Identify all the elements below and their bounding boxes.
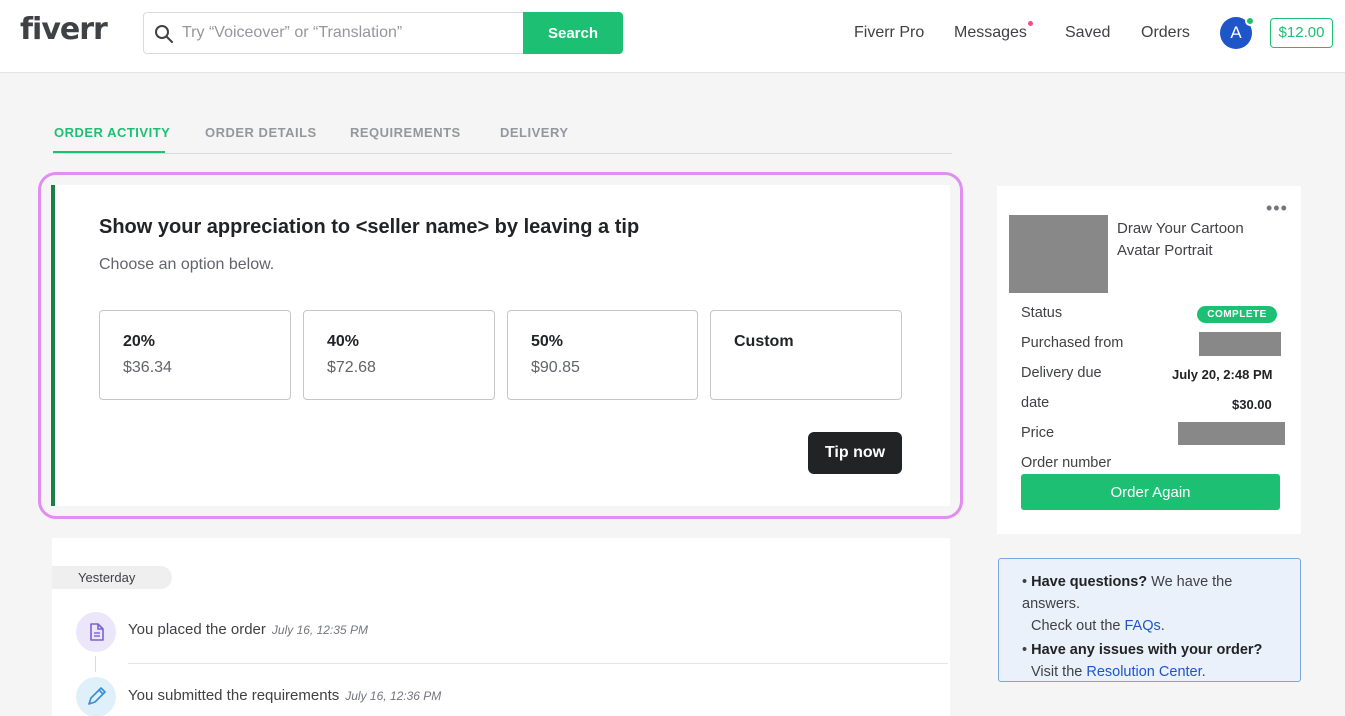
tip-option-label: 20%	[123, 333, 156, 350]
activity-divider	[128, 663, 948, 664]
help-faq-line: Check out the FAQs.	[1031, 615, 1165, 637]
status-badge: COMPLETE	[1197, 306, 1277, 323]
tip-option-label: Custom	[734, 333, 794, 350]
tip-option-label: 40%	[327, 333, 360, 350]
help-q1-text: We have the	[1147, 574, 1233, 590]
search-input[interactable]	[182, 13, 512, 53]
day-label: Yesterday	[52, 566, 172, 589]
gig-title[interactable]: Draw Your Cartoon Avatar Portrait	[1117, 218, 1287, 262]
order-tabs: ORDER ACTIVITY ORDER DETAILS REQUIREMENT…	[53, 118, 952, 154]
price-label: Price	[1021, 425, 1055, 441]
price-value: $30.00	[1232, 397, 1272, 412]
help-q1-bold: Have questions?	[1031, 574, 1148, 590]
tab-order-details[interactable]: ORDER DETAILS	[205, 125, 317, 140]
tip-option-custom[interactable]: Custom	[710, 310, 902, 400]
nav-saved[interactable]: Saved	[1065, 24, 1110, 42]
balance-badge[interactable]: $12.00	[1270, 18, 1333, 48]
nav-orders[interactable]: Orders	[1141, 24, 1190, 42]
tip-now-button[interactable]: Tip now	[808, 432, 902, 474]
resolution-center-link[interactable]: Resolution Center	[1086, 664, 1201, 680]
gig-thumbnail	[1009, 215, 1108, 293]
nav-fiverr-pro[interactable]: Fiverr Pro	[854, 24, 924, 42]
faqs-link[interactable]: FAQs	[1125, 618, 1161, 634]
unread-dot	[1028, 21, 1033, 26]
redacted-seller	[1199, 332, 1281, 356]
purchased-from-label: Purchased from	[1021, 335, 1124, 351]
help-faq-post: .	[1160, 618, 1165, 634]
tip-subtitle: Choose an option below.	[99, 256, 275, 273]
search-icon	[155, 25, 173, 43]
activity-time: July 16, 12:35 PM	[271, 623, 368, 637]
fiverr-logo[interactable]: fiverr	[20, 12, 108, 47]
tab-requirements[interactable]: REQUIREMENTS	[350, 125, 461, 140]
tip-option-amount: $36.34	[123, 359, 172, 376]
help-q2-bold: Have any issues with your order?	[1031, 642, 1263, 658]
activity-item: You placed the order July 16, 12:35 PM	[128, 621, 368, 638]
help-resolution-pre: Visit the	[1031, 664, 1087, 680]
tip-option-40[interactable]: 40% $72.68	[303, 310, 495, 400]
order-again-button[interactable]: Order Again	[1021, 474, 1280, 510]
tip-option-amount: $90.85	[531, 359, 580, 376]
tab-delivery[interactable]: DELIVERY	[500, 125, 569, 140]
order-number-label: Order number	[1021, 455, 1112, 471]
tip-option-50[interactable]: 50% $90.85	[507, 310, 698, 400]
tip-option-20[interactable]: 20% $36.34	[99, 310, 291, 400]
help-resolution-post: .	[1201, 664, 1206, 680]
tip-option-amount: $72.68	[327, 359, 376, 376]
delivery-due-value: July 20, 2:48 PM	[1172, 367, 1273, 382]
activity-item: You submitted the requirements July 16, 1…	[128, 687, 441, 704]
help-issues: • Have any issues with your order?	[1022, 642, 1263, 658]
online-status-dot	[1245, 16, 1255, 26]
nav-messages[interactable]: Messages	[954, 24, 1027, 42]
date-label: date	[1021, 395, 1050, 411]
activity-time: July 16, 12:36 PM	[345, 689, 442, 703]
timeline-connector	[95, 656, 96, 672]
tip-title: Show your appreciation to <seller name> …	[99, 216, 640, 238]
order-placed-icon	[76, 612, 116, 652]
tab-order-activity[interactable]: ORDER ACTIVITY	[54, 125, 170, 140]
help-questions: • Have questions? We have the	[1022, 574, 1233, 590]
tip-option-label: 50%	[531, 333, 564, 350]
redacted-order-number	[1178, 422, 1285, 445]
active-tab-underline	[53, 151, 165, 153]
activity-text: You submitted the requirements	[128, 687, 340, 704]
activity-text: You placed the order	[128, 621, 266, 638]
status-label: Status	[1021, 305, 1063, 321]
more-options-icon[interactable]: •••	[1266, 198, 1288, 219]
search-box	[143, 12, 523, 54]
help-resolution-line: Visit the Resolution Center.	[1031, 661, 1206, 683]
search-button[interactable]: Search	[523, 12, 623, 54]
delivery-due-label: Delivery due	[1021, 365, 1102, 381]
help-faq-pre: Check out the	[1031, 618, 1125, 634]
help-answers: answers.	[1022, 596, 1081, 612]
pencil-icon	[76, 677, 116, 716]
